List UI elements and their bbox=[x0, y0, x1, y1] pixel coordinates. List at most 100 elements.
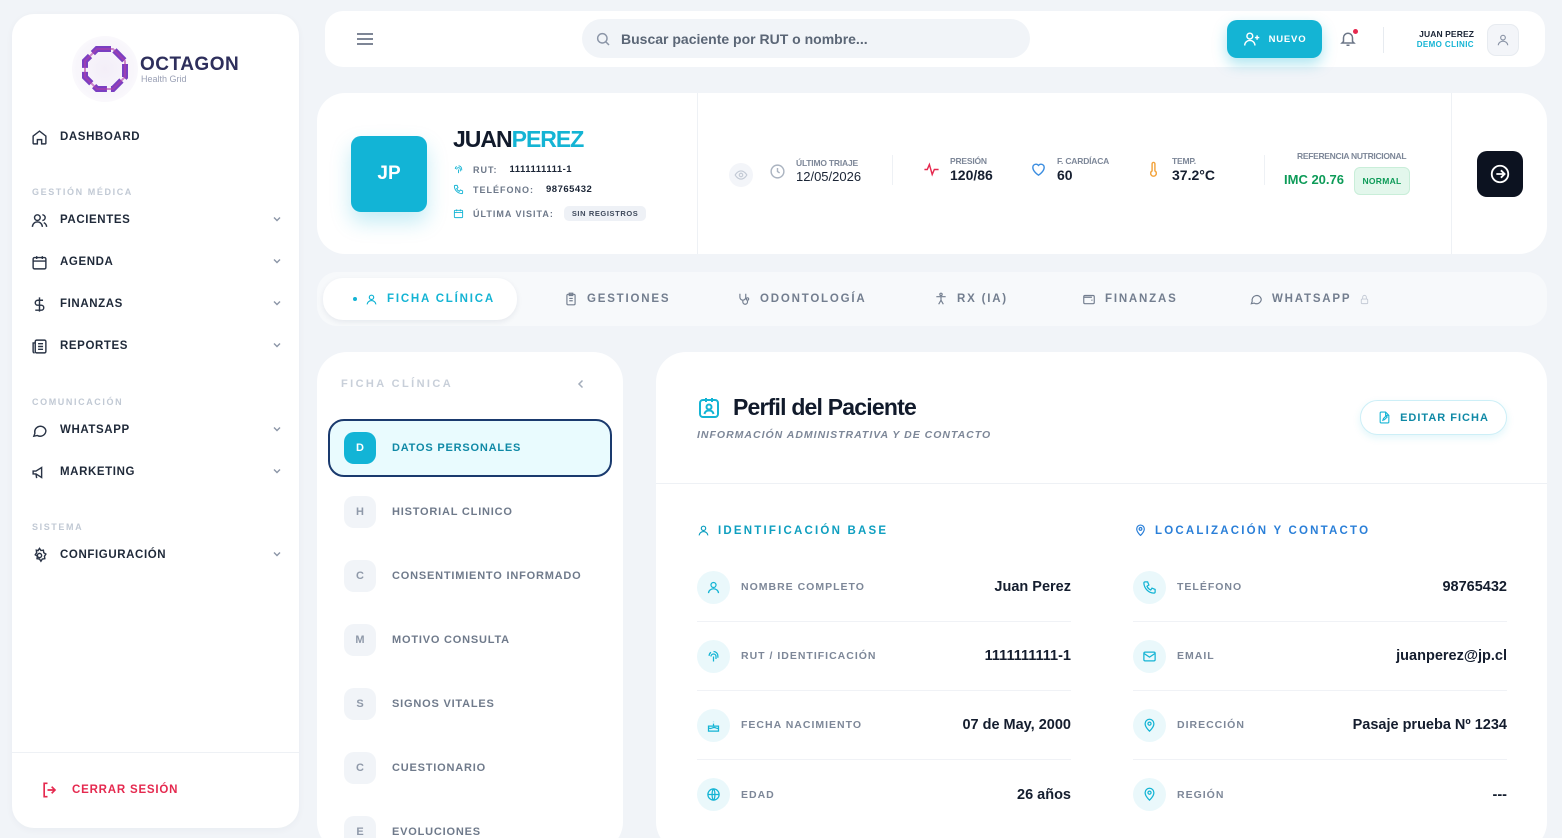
chevron-down-icon[interactable] bbox=[272, 466, 282, 479]
field-value: 26 años bbox=[1017, 786, 1071, 803]
bell-icon[interactable] bbox=[1339, 29, 1358, 48]
tab-label: ODONTOLOGÍA bbox=[760, 293, 867, 305]
user-name: JUAN PEREZ bbox=[1419, 29, 1474, 39]
chevron-down-icon[interactable] bbox=[272, 549, 282, 562]
patient-rut-row: RUT: 1111111111-1 bbox=[453, 164, 572, 175]
sidebar-item-pacientes[interactable]: PACIENTES bbox=[30, 205, 282, 235]
patient-last-visit-row: ÚLTIMA VISITA: SIN REGISTROS bbox=[453, 206, 647, 221]
new-patient-button[interactable]: NUEVO bbox=[1227, 20, 1322, 58]
patient-first-name: JUAN bbox=[453, 126, 513, 152]
map-pin-icon bbox=[1133, 708, 1166, 742]
sidebar-item-configuracion[interactable]: CONFIGURACIÓN bbox=[30, 540, 282, 570]
tab-label: GESTIONES bbox=[587, 293, 671, 305]
section-item-historial-clinico[interactable]: H HISTORIAL CLINICO bbox=[328, 483, 612, 541]
tab-odontologia[interactable]: ODONTOLOGÍA bbox=[737, 278, 866, 320]
chevron-down-icon[interactable] bbox=[272, 214, 282, 227]
field-label: RUT / IDENTIFICACIÓN bbox=[741, 650, 877, 662]
section-item-signos-vitales[interactable]: S SIGNOS VITALES bbox=[328, 675, 612, 733]
section-item-consentimiento[interactable]: C CONSENTIMIENTO INFORMADO bbox=[328, 547, 612, 605]
identification-group-title: IDENTIFICACIÓN BASE bbox=[697, 524, 888, 537]
profile-header: Perfil del Paciente INFORMACIÓN ADMINIST… bbox=[656, 352, 1547, 484]
section-item-evoluciones[interactable]: E EVOLUCIONES bbox=[328, 803, 612, 838]
edit-record-button[interactable]: EDITAR FICHA bbox=[1360, 400, 1507, 435]
sidebar-item-whatsapp[interactable]: WHATSAPP bbox=[30, 415, 282, 445]
field-rut: RUT / IDENTIFICACIÓN 1111111111-1 bbox=[697, 622, 1071, 691]
megaphone-icon bbox=[30, 463, 48, 481]
section-item-motivo-consulta[interactable]: M MOTIVO CONSULTA bbox=[328, 611, 612, 669]
sidebar-item-marketing[interactable]: MARKETING bbox=[30, 457, 282, 487]
chevron-down-icon[interactable] bbox=[272, 256, 282, 269]
sidebar-item-dashboard[interactable]: DASHBOARD bbox=[30, 122, 282, 152]
ficha-sections-panel: FICHA CLÍNICA D DATOS PERSONALES H HISTO… bbox=[317, 352, 623, 838]
section-label-gestion: GESTIÓN MÉDICA bbox=[32, 187, 133, 197]
field-label: DIRECCIÓN bbox=[1177, 719, 1245, 731]
field-value: 07 de May, 2000 bbox=[962, 717, 1071, 733]
temp-label: TEMP. bbox=[1172, 156, 1196, 166]
field-label: REGIÓN bbox=[1177, 788, 1225, 801]
thermometer-icon bbox=[1145, 161, 1162, 178]
logout-button[interactable]: CERRAR SESIÓN bbox=[40, 780, 178, 800]
open-patient-button[interactable] bbox=[1477, 151, 1523, 197]
logout-label: CERRAR SESIÓN bbox=[72, 784, 179, 796]
chevron-down-icon[interactable] bbox=[272, 424, 282, 437]
field-value: --- bbox=[1492, 786, 1508, 803]
tab-label: FICHA CLÍNICA bbox=[387, 293, 495, 305]
last-visit-badge: SIN REGISTROS bbox=[563, 206, 647, 221]
section-item-cuestionario[interactable]: C CUESTIONARIO bbox=[328, 739, 612, 797]
field-edad: EDAD 26 años bbox=[697, 760, 1071, 829]
field-label: EDAD bbox=[741, 788, 775, 801]
sidebar: OCTAGON Health Grid DASHBOARD GESTIÓN MÉ… bbox=[12, 14, 299, 828]
tab-whatsapp[interactable]: WHATSAPP bbox=[1249, 278, 1370, 320]
chevron-down-icon[interactable] bbox=[272, 340, 282, 353]
tab-rx-ia[interactable]: RX (IA) bbox=[934, 278, 1008, 320]
gear-icon bbox=[30, 546, 48, 564]
brand-title: OCTAGON bbox=[140, 53, 240, 75]
section-letter: C bbox=[344, 752, 376, 784]
vitals-divider bbox=[892, 155, 893, 185]
section-label: MOTIVO CONSULTA bbox=[392, 634, 510, 646]
clipboard-icon bbox=[564, 292, 578, 306]
tab-gestiones[interactable]: GESTIONES bbox=[564, 278, 670, 320]
sidebar-item-agenda[interactable]: AGENDA bbox=[30, 247, 282, 277]
header-divider bbox=[1451, 93, 1452, 254]
chevron-left-icon[interactable] bbox=[575, 378, 587, 390]
id-badge-icon bbox=[697, 396, 721, 420]
section-letter: S bbox=[344, 688, 376, 720]
sidebar-item-reportes[interactable]: REPORTES bbox=[30, 331, 282, 361]
chevron-down-icon[interactable] bbox=[272, 298, 282, 311]
search-input[interactable] bbox=[621, 30, 1001, 47]
pressure-label: PRESIÓN bbox=[950, 156, 987, 166]
search-icon bbox=[595, 31, 611, 47]
cake-icon bbox=[697, 708, 730, 742]
nutrition-label: REFERENCIA NUTRICIONAL bbox=[1297, 151, 1407, 161]
section-item-datos-personales[interactable]: D DATOS PERSONALES bbox=[328, 419, 612, 477]
active-dot bbox=[353, 297, 357, 301]
fingerprint-icon bbox=[453, 164, 465, 175]
brand-subtitle: Health Grid bbox=[141, 73, 187, 84]
sidebar-item-label: REPORTES bbox=[60, 340, 129, 352]
user-info[interactable]: JUAN PEREZ DEMO CLINIC bbox=[1400, 29, 1474, 49]
brand-logo[interactable]: OCTAGON Health Grid bbox=[72, 36, 239, 102]
eye-icon[interactable] bbox=[729, 163, 753, 187]
section-letter: D bbox=[344, 432, 376, 464]
field-value: Juan Perez bbox=[994, 579, 1071, 595]
sidebar-item-label: CONFIGURACIÓN bbox=[60, 549, 167, 561]
sidebar-item-finanzas[interactable]: FINANZAS bbox=[30, 289, 282, 319]
field-value: juanperez@jp.cl bbox=[1396, 648, 1507, 664]
hamburger-menu-icon[interactable] bbox=[355, 30, 375, 53]
tab-finanzas[interactable]: FINANZAS bbox=[1082, 278, 1178, 320]
chat-bubble-icon bbox=[1249, 292, 1263, 306]
user-avatar[interactable] bbox=[1487, 24, 1519, 56]
section-label: CONSENTIMIENTO INFORMADO bbox=[392, 570, 582, 582]
field-value: 98765432 bbox=[1442, 579, 1507, 595]
tab-ficha-clinica[interactable]: FICHA CLÍNICA bbox=[323, 278, 517, 320]
imc-value: IMC 20.76 bbox=[1284, 172, 1344, 187]
user-icon bbox=[697, 524, 710, 537]
patient-name: JUANPEREZ bbox=[453, 126, 584, 153]
tab-label: FINANZAS bbox=[1105, 293, 1178, 305]
section-label: HISTORIAL CLINICO bbox=[392, 506, 513, 518]
octagon-logo-icon bbox=[72, 36, 138, 102]
field-fecha-nacimiento: FECHA NACIMIENTO 07 de May, 2000 bbox=[697, 691, 1071, 760]
last-visit-label: ÚLTIMA VISITA: bbox=[473, 208, 554, 219]
section-label-comunicacion: COMUNICACIÓN bbox=[32, 397, 124, 407]
